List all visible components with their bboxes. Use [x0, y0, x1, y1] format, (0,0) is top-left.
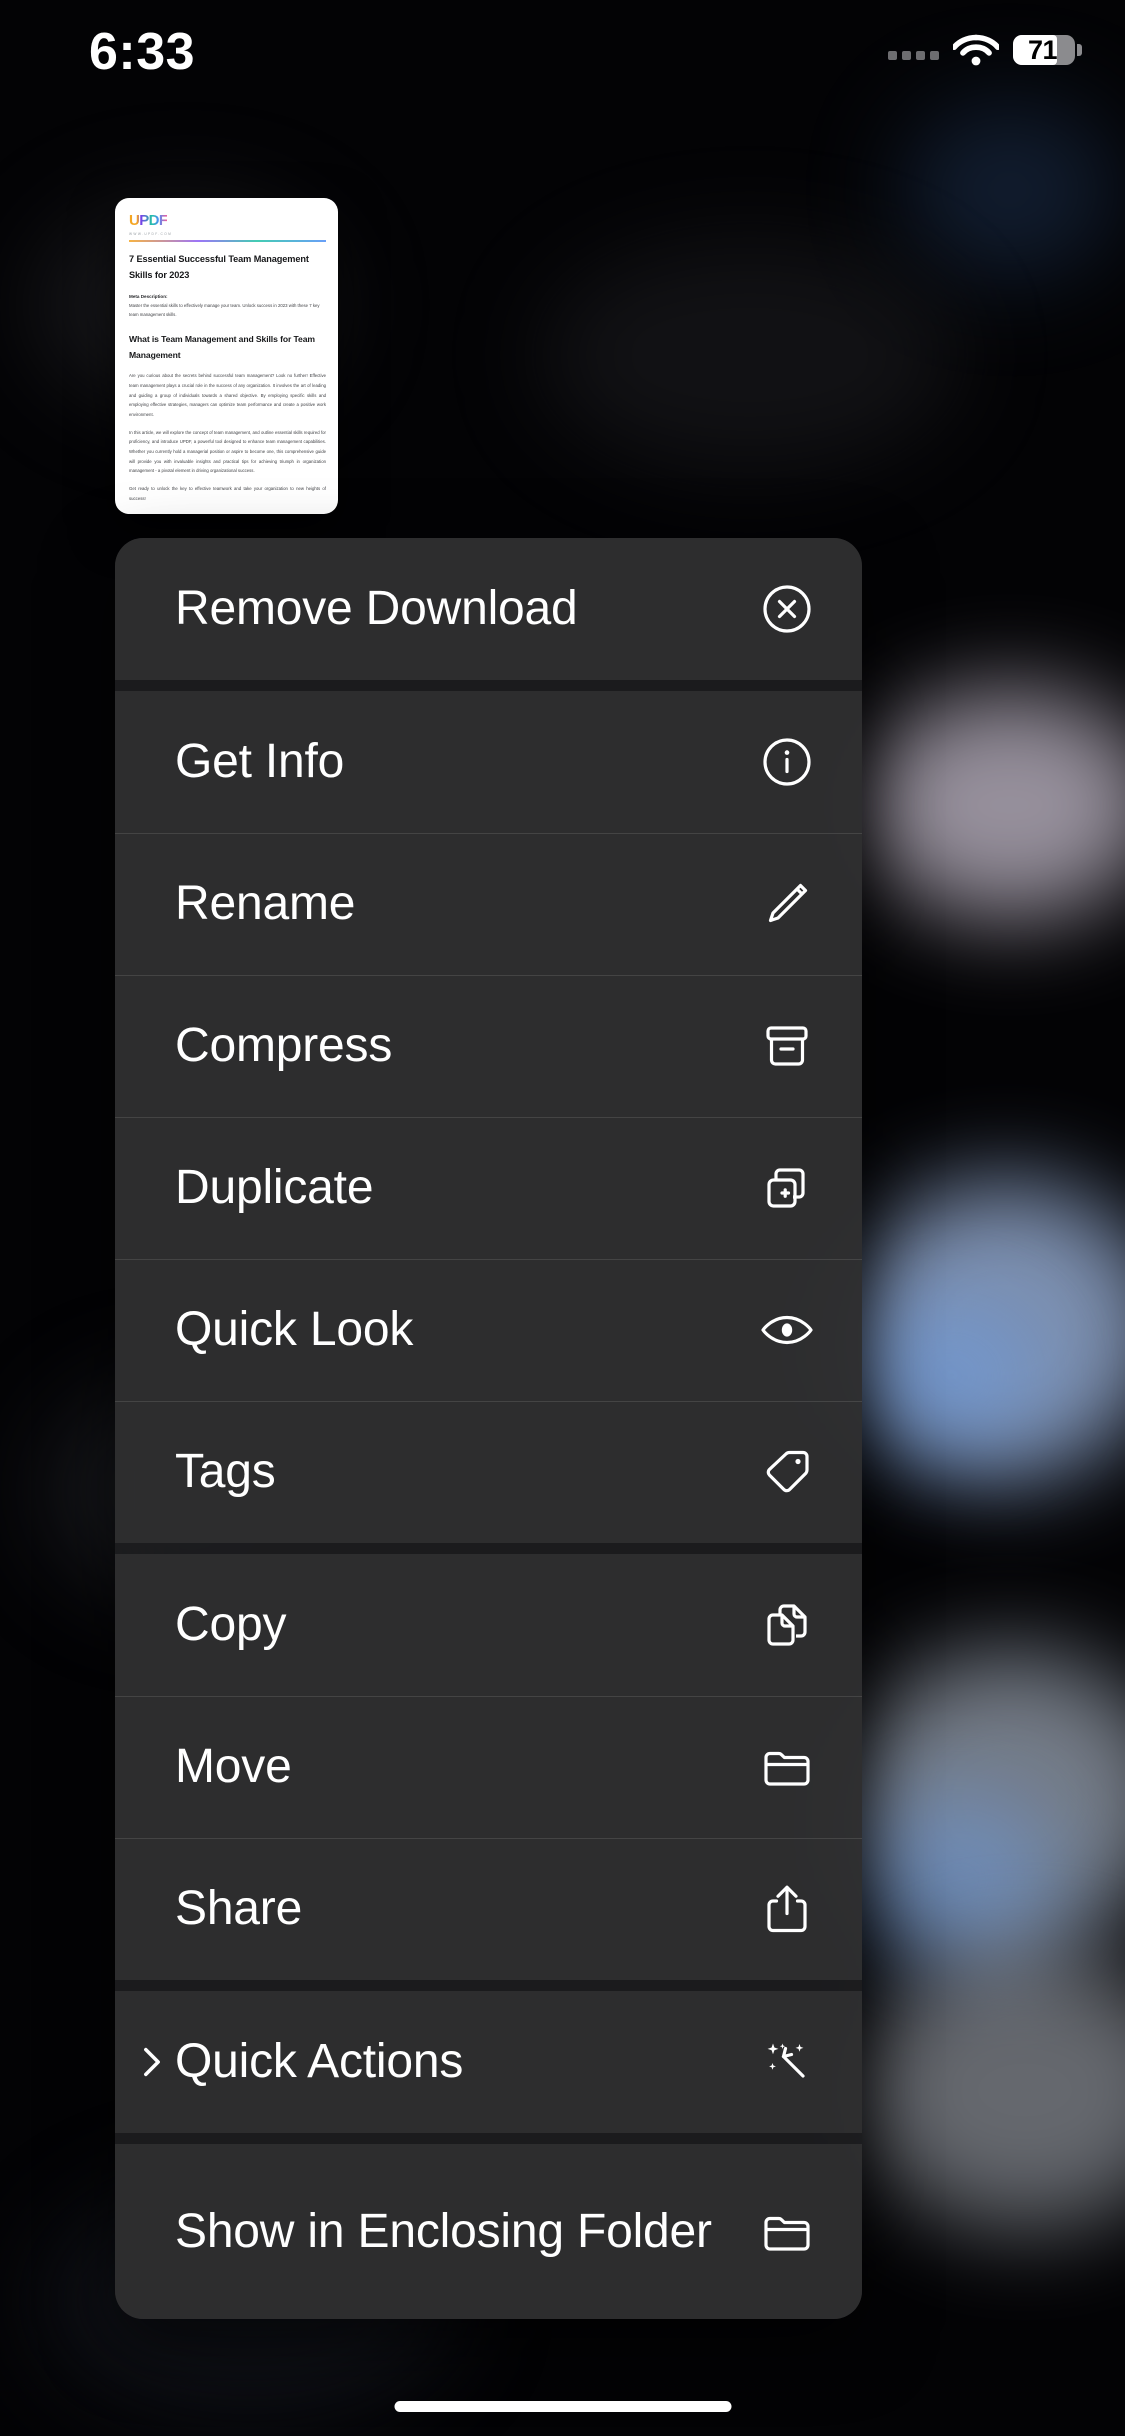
- menu-group: Remove Download: [115, 538, 862, 680]
- menu-item-label: Tags: [175, 1445, 276, 1499]
- backdrop-blob: [862, 1300, 1042, 1450]
- pencil-icon: [759, 876, 815, 932]
- chevron-right-icon: [115, 2040, 175, 2084]
- menu-item-quick-look[interactable]: Quick Look: [115, 1259, 862, 1401]
- archivebox-icon: [759, 1018, 815, 1074]
- backdrop-blob: [900, 100, 1120, 280]
- menu-group-separator: [115, 680, 862, 691]
- menu-item-duplicate[interactable]: Duplicate: [115, 1117, 862, 1259]
- menu-item-label: Copy: [175, 1598, 287, 1652]
- menu-group: Show in Enclosing Folder: [115, 2144, 862, 2319]
- menu-group: Copy Move Share: [115, 1554, 862, 1980]
- menu-item-label: Quick Actions: [175, 2035, 464, 2089]
- folder-icon: [759, 2204, 815, 2260]
- backdrop-blob: [855, 1950, 1125, 2230]
- menu-item-show-in-enclosing-folder[interactable]: Show in Enclosing Folder: [115, 2144, 862, 2319]
- menu-item-rename[interactable]: Rename: [115, 833, 862, 975]
- menu-item-copy[interactable]: Copy: [115, 1554, 862, 1696]
- menu-item-quick-actions[interactable]: Quick Actions: [115, 1991, 862, 2133]
- document-title: 7 Essential Successful Team Management S…: [129, 253, 309, 280]
- document-heading-2: What is Team Management and Skills for T…: [129, 334, 315, 360]
- menu-item-label: Get Info: [175, 735, 345, 789]
- menu-item-label: Compress: [175, 1019, 393, 1073]
- home-indicator[interactable]: [394, 2401, 731, 2412]
- menu-item-label: Quick Look: [175, 1303, 414, 1357]
- document-paragraph: Are you curious about the secrets behind…: [129, 373, 326, 417]
- menu-item-share[interactable]: Share: [115, 1838, 862, 1980]
- menu-item-label: Show in Enclosing Folder: [175, 2204, 712, 2258]
- backdrop-blob: [860, 1790, 1060, 1970]
- updf-logo: UPDF: [129, 212, 168, 229]
- document-meta-body: Master the essential skills to effective…: [129, 302, 320, 317]
- wand-sparkles-icon: [759, 2034, 815, 2090]
- menu-group: Get Info Rename Compress Duplicate Quick Loo…: [115, 691, 862, 1543]
- share-up-icon: [759, 1881, 815, 1937]
- eye-icon: [759, 1302, 815, 1358]
- menu-item-move[interactable]: Move: [115, 1696, 862, 1838]
- x-circle-icon: [759, 581, 815, 637]
- context-menu[interactable]: Remove Download Get Info Rename Compress Dup…: [115, 538, 862, 2319]
- menu-item-remove-download[interactable]: Remove Download: [115, 538, 862, 680]
- folder-icon: [759, 1739, 815, 1795]
- backdrop-blob: [540, 240, 960, 470]
- info-circle-icon: [759, 734, 815, 790]
- menu-item-get-info[interactable]: Get Info: [115, 691, 862, 833]
- document-paragraph: In this article, we will explore the con…: [129, 429, 326, 474]
- menu-group-separator: [115, 2133, 862, 2144]
- menu-group-separator: [115, 1543, 862, 1554]
- phone-screen: 6:33 71 UPDF WWW.UPDF.COM 7 Essential Su…: [0, 0, 1125, 2436]
- tag-icon: [759, 1444, 815, 1500]
- document-page: UPDF WWW.UPDF.COM 7 Essential Successful…: [115, 198, 338, 503]
- backdrop-blob: [860, 690, 1125, 920]
- menu-item-label: Share: [175, 1882, 303, 1936]
- plus-square-on-square-icon: [759, 1160, 815, 1216]
- document-paragraph: Get ready to unlock the key to effective…: [129, 485, 326, 501]
- menu-item-label: Duplicate: [175, 1161, 374, 1215]
- doc-on-doc-icon: [759, 1597, 815, 1653]
- logo-divider: [129, 240, 326, 242]
- menu-item-compress[interactable]: Compress: [115, 975, 862, 1117]
- menu-item-label: Remove Download: [175, 582, 578, 636]
- menu-item-label: Rename: [175, 877, 356, 931]
- updf-logo-subtitle: WWW.UPDF.COM: [129, 232, 173, 236]
- document-meta-label: Meta Description:: [129, 293, 168, 299]
- menu-group-separator: [115, 1980, 862, 1991]
- menu-item-label: Move: [175, 1740, 292, 1794]
- menu-group: Quick Actions: [115, 1991, 862, 2133]
- document-preview-thumbnail[interactable]: UPDF WWW.UPDF.COM 7 Essential Successful…: [115, 198, 338, 514]
- menu-item-tags[interactable]: Tags: [115, 1401, 862, 1543]
